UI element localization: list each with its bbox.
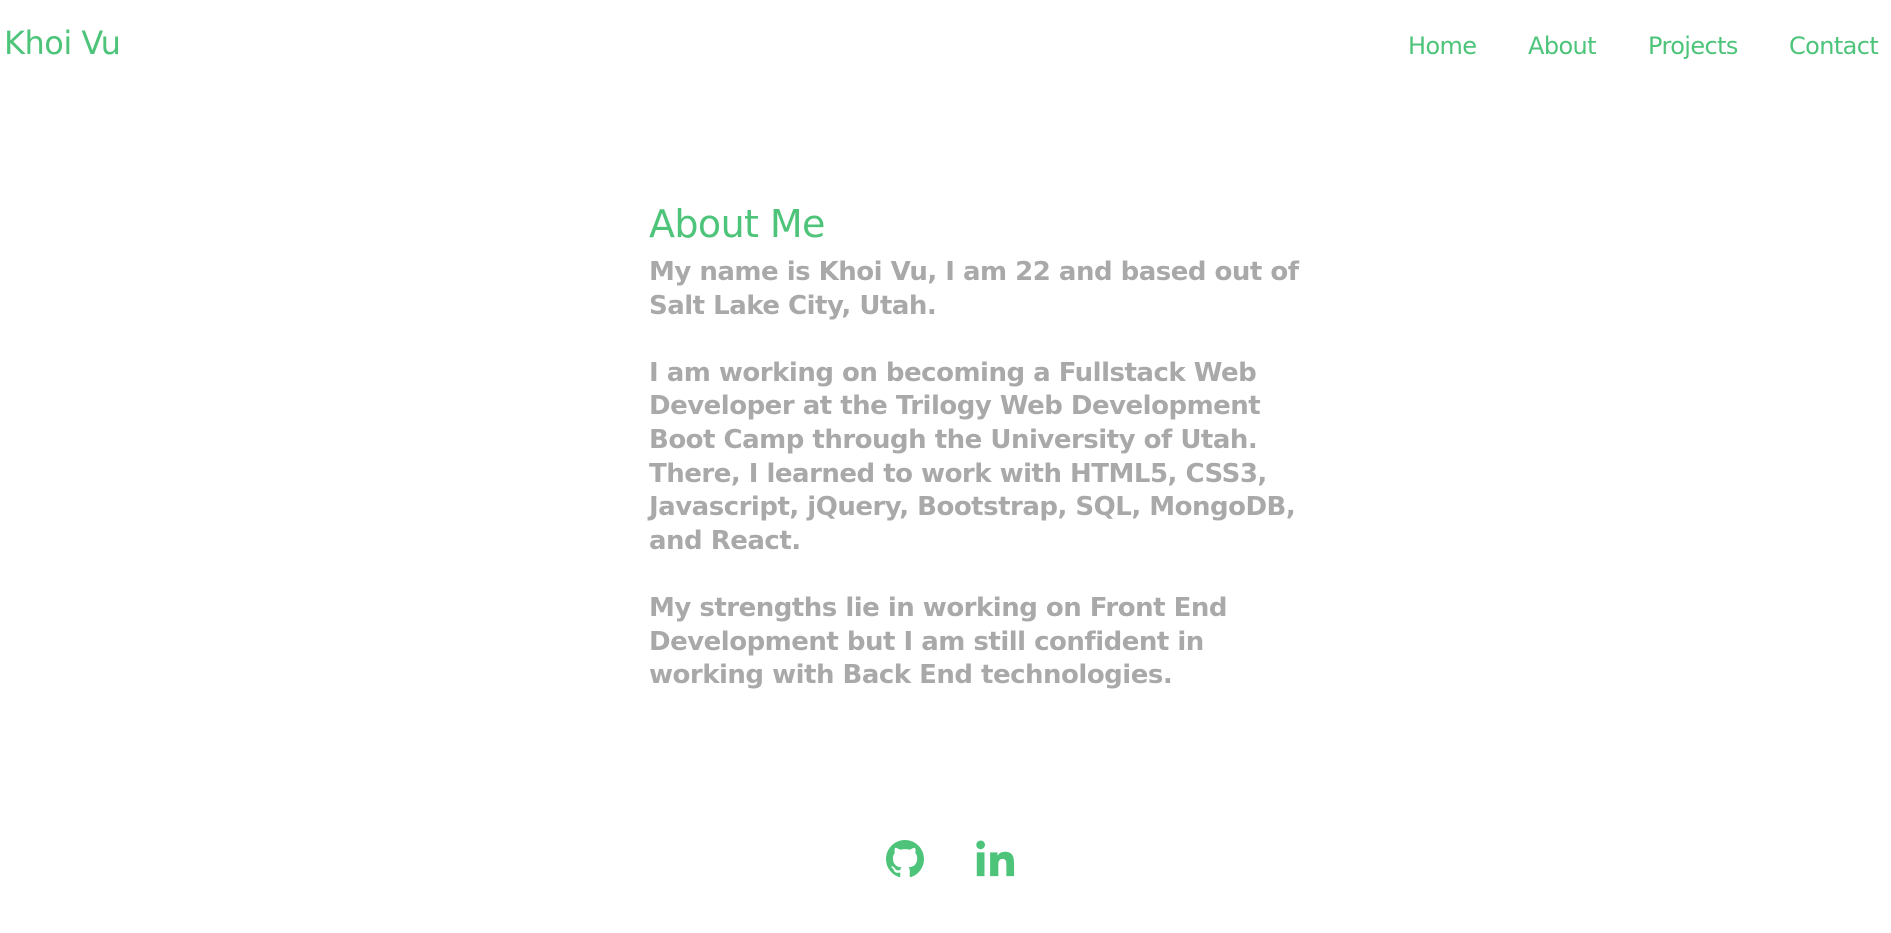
about-paragraph-2-line: I am working on becoming a Fullstack Web bbox=[649, 357, 1257, 388]
about-paragraph-1-line: My name is Khoi Vu, I am 22 and based ou… bbox=[649, 257, 1299, 287]
about-section: About Me My name is Khoi Vu, I am 22 and… bbox=[649, 200, 1299, 726]
about-paragraph-2-line: and React. bbox=[649, 525, 801, 556]
brand-link[interactable]: Khoi Vu bbox=[4, 24, 121, 62]
about-paragraph-2-line: Javascript, jQuery, Bootstrap, SQL, Mong… bbox=[649, 492, 1296, 523]
github-link[interactable] bbox=[886, 840, 924, 878]
nav-home[interactable]: Home bbox=[1408, 32, 1477, 60]
about-paragraph-3-line: Development but I am still confident in bbox=[649, 626, 1204, 657]
main-nav: Home About Projects Contact bbox=[1406, 32, 1891, 68]
about-paragraph-3: My strengths lie in working on Front End… bbox=[649, 592, 1249, 693]
nav-projects[interactable]: Projects bbox=[1648, 32, 1738, 60]
about-paragraph-2-line: There, I learned to work with HTML5, CSS… bbox=[649, 458, 1267, 489]
about-paragraph-2: I am working on becoming a Fullstack Web… bbox=[649, 357, 1296, 559]
nav-about[interactable]: About bbox=[1528, 32, 1597, 60]
about-paragraph-2-line: Boot Camp through the University of Utah… bbox=[649, 424, 1258, 455]
about-paragraph-1-line: Salt Lake City, Utah. bbox=[649, 290, 937, 321]
about-paragraph-1: My name is Khoi Vu, I am 22 and based ou… bbox=[649, 256, 1299, 323]
about-paragraph-2-line: Developer at the Trilogy Web Development bbox=[649, 391, 1261, 422]
nav-contact[interactable]: Contact bbox=[1789, 32, 1879, 60]
linkedin-icon bbox=[974, 838, 1016, 880]
about-body: My name is Khoi Vu, I am 22 and based ou… bbox=[649, 256, 1299, 693]
about-paragraph-3-line: My strengths lie in working on Front End bbox=[649, 592, 1227, 623]
page: Khoi Vu Home About Projects Contact Abou… bbox=[0, 0, 1891, 933]
about-title: About Me bbox=[649, 202, 825, 246]
about-paragraph-3-line: working with Back End technologies. bbox=[649, 660, 1173, 691]
github-icon bbox=[886, 840, 924, 878]
linkedin-link[interactable] bbox=[974, 838, 1016, 880]
